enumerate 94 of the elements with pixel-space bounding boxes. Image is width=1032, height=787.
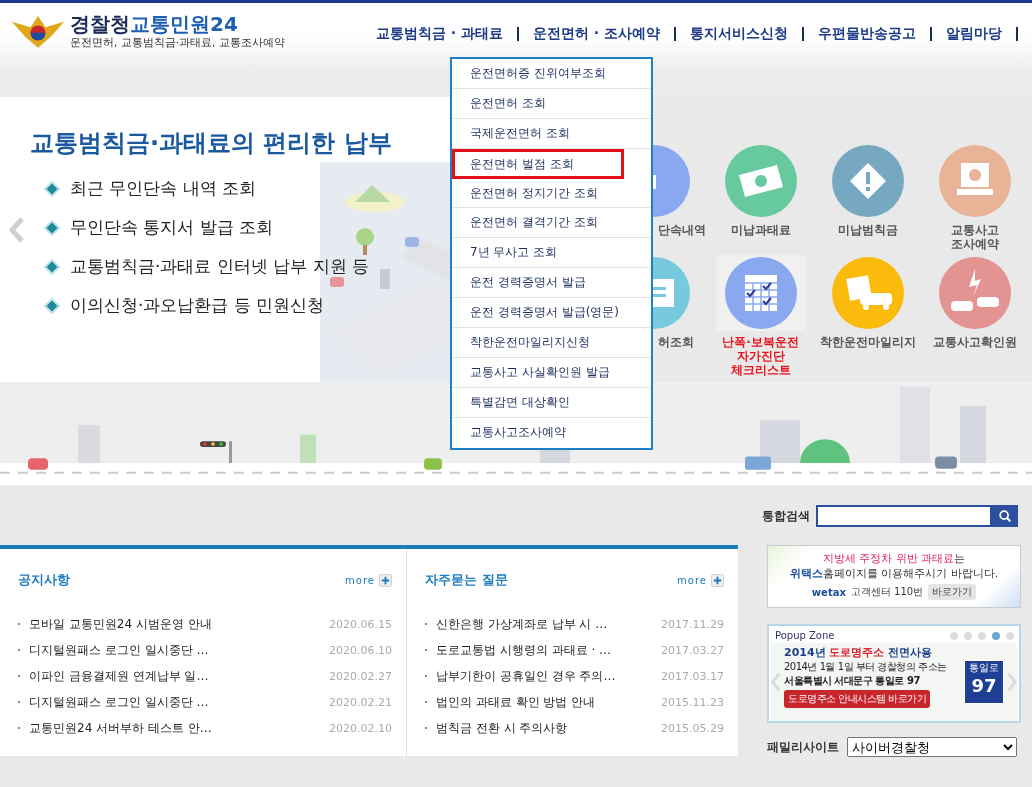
diamond-icon	[44, 219, 60, 236]
dropdown-menu-item[interactable]: 특별감면 대상확인	[452, 387, 651, 418]
slide-indicator-dot[interactable]	[1006, 631, 1014, 640]
banner-text: 위택스홈페이지를 이용해주시기 바랍니다.	[788, 566, 1000, 581]
slide-indicator-dot[interactable]	[964, 631, 972, 640]
sign-text: 통일로	[969, 661, 999, 675]
post-title-link[interactable]: 신한은행 가상계좌로 납부 시 …	[436, 615, 661, 633]
plus-icon[interactable]	[379, 573, 392, 587]
dropdown-menu-item[interactable]: 운전면허 정지기간 조회	[452, 178, 651, 209]
more-link[interactable]: more	[677, 574, 707, 586]
more-link[interactable]: more	[345, 574, 375, 586]
dropdown-menu-item[interactable]: 운전면허 벌점 조회	[452, 148, 624, 179]
site-logo-text[interactable]: 경찰청교통민원24	[70, 12, 285, 36]
dropdown-menu-item[interactable]: 교통사고조사예약	[452, 417, 651, 448]
post-date: 2017.11.29	[661, 617, 724, 631]
post-title-link[interactable]: 납부기한이 공휴일인 경우 주의…	[436, 667, 661, 685]
hero-title: 교통범칙금·과태료의 편리한 납부	[30, 128, 392, 159]
post-title-link[interactable]: 디지털원패스 로그인 일시중단 …	[29, 693, 329, 711]
board-title: 자주묻는 질문	[425, 571, 509, 589]
post-title-link[interactable]: 교통민원24 서버부하 테스트 안…	[29, 719, 329, 737]
hero-bullet-text: 최근 무인단속 내역 조회	[70, 177, 257, 200]
quick-menu-icon[interactable]	[724, 145, 797, 217]
post-title-link[interactable]: 도로교통법 시행령의 과태료 · …	[436, 641, 661, 659]
post-date: 2017.03.17	[661, 669, 724, 683]
search-field[interactable]	[816, 505, 992, 527]
nav-menu-item[interactable]: 교통범칙금 · 과태료	[375, 25, 503, 43]
customer-center-text: 고객센터 110번	[850, 585, 924, 599]
banner-headline: 2014년 도로명주소 전면사용	[784, 645, 934, 660]
post-date: 2015.05.29	[661, 721, 724, 735]
quick-menu-icon[interactable]	[831, 145, 904, 217]
wetax-banner[interactable]: 지방세 주정차 위반 과태료는 위택스홈페이지를 이용해주시기 바랍니다. wetax 고객센터 110번 바로가기	[767, 545, 1021, 608]
board-title: 공지사항	[18, 571, 71, 589]
family-site-select[interactable]: 사이버경찰청	[847, 737, 1017, 757]
popup-zone-title: Popup Zone	[775, 630, 835, 641]
dropdown-menu-item[interactable]: 국제운전면허 조회	[452, 118, 651, 149]
hero-bullet-text: 무인단속 통지서 발급 조회	[70, 216, 274, 239]
banner-button[interactable]: 도로명주소 안내시스템 바로가기	[784, 690, 931, 708]
post-title-link[interactable]: 모바일 교통민원24 시범운영 안내	[29, 615, 329, 633]
nav-menu-item[interactable]: 우편물반송공고	[818, 25, 916, 43]
slide-indicator-dot[interactable]	[992, 631, 1000, 640]
nav-menu-item[interactable]: 알림마당	[946, 25, 1002, 43]
post-date: 2020.02.10	[329, 721, 392, 735]
dropdown-menu-item[interactable]: 운전면허증 진위여부조회	[452, 59, 651, 89]
quick-menu-label[interactable]: 미납과태료	[730, 223, 791, 237]
quick-menu-label[interactable]: 착한운전마일리지	[819, 335, 916, 349]
site-subtitle: 운전면허, 교통범칙금·과태료, 교통조사예약	[70, 36, 285, 50]
diamond-icon	[44, 297, 60, 314]
slide-indicator-dot[interactable]	[978, 631, 986, 640]
dropdown-menu-item[interactable]: 운전 경력증명서 발급	[452, 268, 651, 299]
post-date: 2015.11.23	[661, 695, 724, 709]
post-title-link[interactable]: 범칙금 전환 시 주의사항	[436, 719, 661, 737]
dropdown-menu-item[interactable]: 운전면허 조회	[452, 88, 651, 119]
search-button[interactable]	[992, 505, 1018, 527]
post-title-link[interactable]: 이파인 금융결제원 연계납부 일…	[29, 667, 329, 685]
dropdown-menu-item[interactable]: 운전면허 결격기간 조회	[452, 208, 651, 239]
family-site-label: 패밀리사이트	[767, 738, 839, 756]
search-icon	[998, 509, 1012, 523]
hero-bullet-text: 교통범칙금·과태료 인터넷 납부 지원 등	[70, 255, 370, 278]
post-date: 2020.02.21	[329, 695, 392, 709]
quick-menu-label[interactable]: 난폭·보복운전 자가진단 체크리스트	[722, 335, 799, 377]
dropdown-menu-item[interactable]: 7년 무사고 조회	[452, 238, 651, 269]
quick-menu-icon[interactable]	[938, 257, 1011, 329]
quick-menu-icon[interactable]	[831, 257, 904, 329]
quick-menu-label[interactable]: 미납범칙금	[837, 223, 898, 237]
banner-text: 2014년 1월 1일 부터 경찰청의 주소는	[784, 660, 948, 674]
dropdown-menu-item[interactable]: 운전 경력증명서 발급(영문)	[452, 298, 651, 328]
slide-indicator-dot[interactable]	[950, 631, 958, 640]
diamond-icon	[44, 258, 60, 275]
banner-text: 서울특별시 서대문구 통일로 97	[784, 674, 921, 688]
post-date: 2020.02.27	[329, 669, 392, 683]
dropdown-menu-item[interactable]: 착한운전마일리지신청	[452, 328, 651, 358]
nav-menu-item[interactable]: 운전면허 · 조사예약	[532, 25, 660, 43]
wetax-logo: wetax	[811, 586, 846, 598]
hero-bullet-text: 이의신청·과오납환급 등 민원신청	[70, 294, 325, 317]
quick-menu-label[interactable]: 단속내역	[658, 223, 706, 237]
address-banner[interactable]: 2014년 도로명주소 전면사용 2014년 1월 1일 부터 경찰청의 주소는 서울특별시 서대문구 통일로 97 도로명주소 안내시스템 바로가기 통일로 97	[771, 643, 1017, 721]
search-label: 통합검색	[762, 507, 810, 525]
quick-menu-icon[interactable]	[724, 257, 797, 329]
post-title-link[interactable]: 디지털원패스 로그인 일시중단 …	[29, 641, 329, 659]
sign-number: 97	[971, 675, 997, 696]
post-date: 2020.06.15	[329, 617, 392, 631]
post-date: 2017.03.27	[661, 643, 724, 657]
post-date: 2020.06.10	[329, 643, 392, 657]
diamond-icon	[44, 180, 60, 197]
plus-icon[interactable]	[711, 573, 724, 587]
nav-menu-item[interactable]: 통지서비스신청	[690, 25, 788, 43]
quick-menu-label[interactable]: 허조회	[658, 335, 694, 349]
quick-menu-label[interactable]: 교통사고확인원	[932, 335, 1017, 349]
quick-menu-icon[interactable]	[938, 145, 1011, 217]
post-title-link[interactable]: 법인의 과태료 확인 방법 안내	[436, 693, 661, 711]
banner-text: 지방세 주정차 위반 과태료는	[821, 551, 967, 566]
go-button[interactable]: 바로가기	[928, 584, 977, 600]
dropdown-menu-item[interactable]: 교통사고 사실확인원 발급	[452, 357, 651, 388]
quick-menu-label[interactable]: 교통사고 조사예약	[950, 223, 999, 251]
